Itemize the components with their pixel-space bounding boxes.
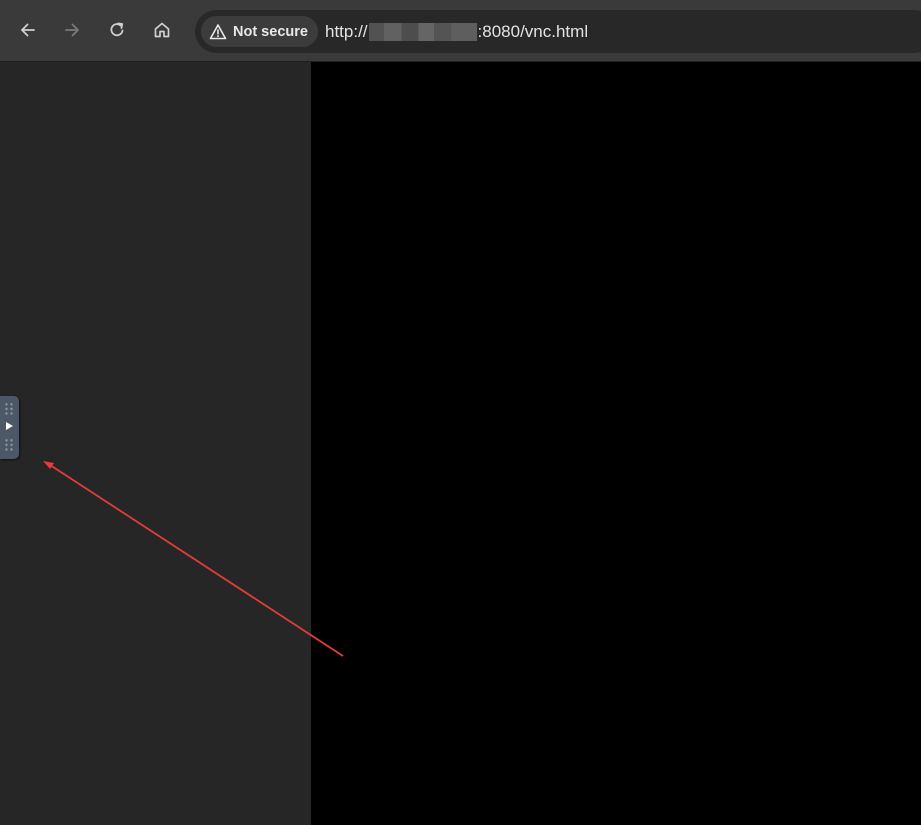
home-button[interactable] (146, 14, 178, 46)
redacted-host (368, 23, 477, 41)
address-bar[interactable]: Not secure http:// :8080/vnc.html (195, 10, 921, 53)
forward-button[interactable] (56, 14, 88, 46)
reload-button[interactable] (101, 14, 133, 46)
home-icon (154, 22, 170, 38)
back-button[interactable] (12, 14, 44, 46)
reload-icon (110, 22, 124, 37)
browser-toolbar: Not secure http:// :8080/vnc.html (0, 0, 921, 62)
browser-window: Not secure http:// :8080/vnc.html (0, 0, 921, 825)
vnc-screen-canvas[interactable] (311, 62, 921, 825)
warning-triangle-icon (209, 23, 227, 39)
page-background (0, 62, 311, 825)
security-label: Not secure (233, 23, 308, 40)
url-prefix: http:// (325, 22, 368, 41)
play-arrow-icon (6, 422, 13, 430)
vnc-control-bar-handle[interactable] (0, 396, 19, 459)
url-text[interactable]: http:// :8080/vnc.html (325, 22, 588, 42)
security-indicator[interactable]: Not secure (201, 16, 318, 47)
grip-dots-icon (4, 438, 14, 452)
arrow-right-icon (65, 23, 79, 37)
grip-dots-icon (4, 402, 14, 416)
arrow-left-icon (21, 23, 35, 37)
url-suffix: :8080/vnc.html (477, 22, 589, 41)
